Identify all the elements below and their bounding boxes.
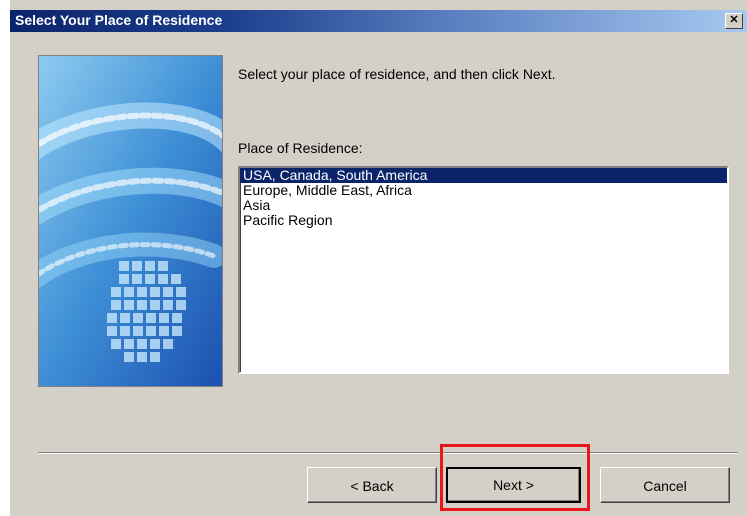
close-button[interactable]: ✕ (725, 13, 743, 29)
back-button[interactable]: < Back (307, 467, 437, 503)
close-icon: ✕ (729, 14, 739, 26)
option-europe-middle-east-africa[interactable]: Europe, Middle East, Africa (240, 183, 727, 198)
banner-graphic (38, 55, 223, 387)
place-of-residence-label: Place of Residence: (238, 140, 363, 156)
dialog-window: Select Your Place of Residence ✕ Select … (10, 0, 747, 516)
option-usa-canada-south-america[interactable]: USA, Canada, South America (240, 168, 727, 183)
cancel-button[interactable]: Cancel (600, 467, 730, 503)
instruction-text: Select your place of residence, and then… (238, 66, 556, 82)
banner-art-icon (39, 56, 222, 386)
button-separator (38, 452, 738, 454)
option-asia[interactable]: Asia (240, 198, 727, 213)
title-bar[interactable]: Select Your Place of Residence ✕ (10, 10, 747, 32)
window-title: Select Your Place of Residence (15, 12, 223, 28)
residence-listbox[interactable]: USA, Canada, South America Europe, Middl… (238, 166, 729, 374)
highlight-box (440, 444, 590, 511)
option-pacific-region[interactable]: Pacific Region (240, 213, 727, 228)
